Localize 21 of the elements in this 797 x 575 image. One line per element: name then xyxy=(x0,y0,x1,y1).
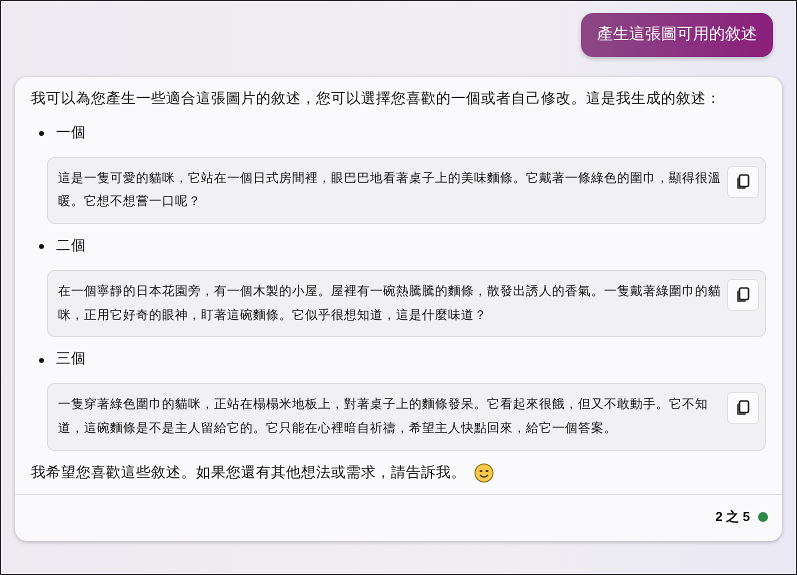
copy-icon xyxy=(736,286,750,303)
option-label: 二個 xyxy=(56,237,86,256)
copy-icon xyxy=(736,400,750,416)
smiley-icon xyxy=(474,463,494,484)
intro-text: 我可以為您產生一些適合這張圖片的敘述，您可以選擇您喜歡的一個或者自己修改。這是我生成的敘述： xyxy=(31,90,722,109)
copy-button[interactable] xyxy=(727,278,759,311)
closing-text: 我希望您喜歡這些敘述。如果您還有其他想法或需求，請告訴我。 xyxy=(31,464,466,482)
option-label: 三個 xyxy=(56,350,86,370)
user-message-bubble: 產生這張圖可用的敘述 xyxy=(581,13,773,57)
option-label: 一個 xyxy=(56,124,86,143)
status-dot-icon xyxy=(758,512,768,522)
copy-icon xyxy=(736,174,750,190)
description-text: 在一個寧靜的日本花園旁，有一個木製的小屋。屋裡有一碗熱騰騰的麵條，散發出誘人的香氣。一隻戴著綠圍巾的貓咪，正用它好奇的眼神，盯著這碗麵條。它似乎很想知道，這是什麼味道？ xyxy=(58,284,721,322)
page-counter: 2 之 5 xyxy=(715,508,750,526)
bullet-icon xyxy=(39,131,44,136)
copy-button[interactable] xyxy=(727,166,759,198)
description-text: 一隻穿著綠色圍巾的貓咪，正站在榻榻米地板上，對著桌子上的麵條發呆。它看起來很餓，但又不敢動手。它不知道，這碗麵條是不是主人留給它的。它只能在心裡暗自祈禱，希望主人快點回來，給它一個答案。 xyxy=(58,397,708,435)
bullet-icon xyxy=(39,244,44,250)
copy-button[interactable] xyxy=(727,392,759,424)
description-text: 這是一隻可愛的貓咪，它站在一個日式房間裡，眼巴巴地看著桌子上的美味麵條。它戴著一條綠色的圍巾，顯得很溫暖。它想不想嘗一口呢？ xyxy=(58,170,721,208)
bullet-icon xyxy=(39,358,44,363)
